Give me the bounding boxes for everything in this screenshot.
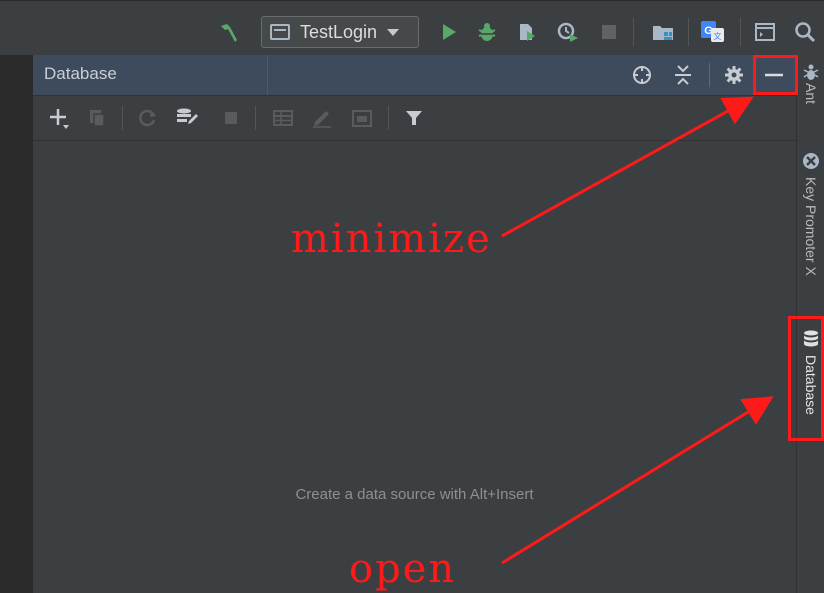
minimize-arrow: [501, 96, 754, 238]
minimize-annotation: minimize: [291, 216, 492, 262]
open-annotation: open: [349, 546, 457, 592]
open-arrow: [501, 396, 774, 565]
annotation-arrows: [501, 96, 774, 565]
